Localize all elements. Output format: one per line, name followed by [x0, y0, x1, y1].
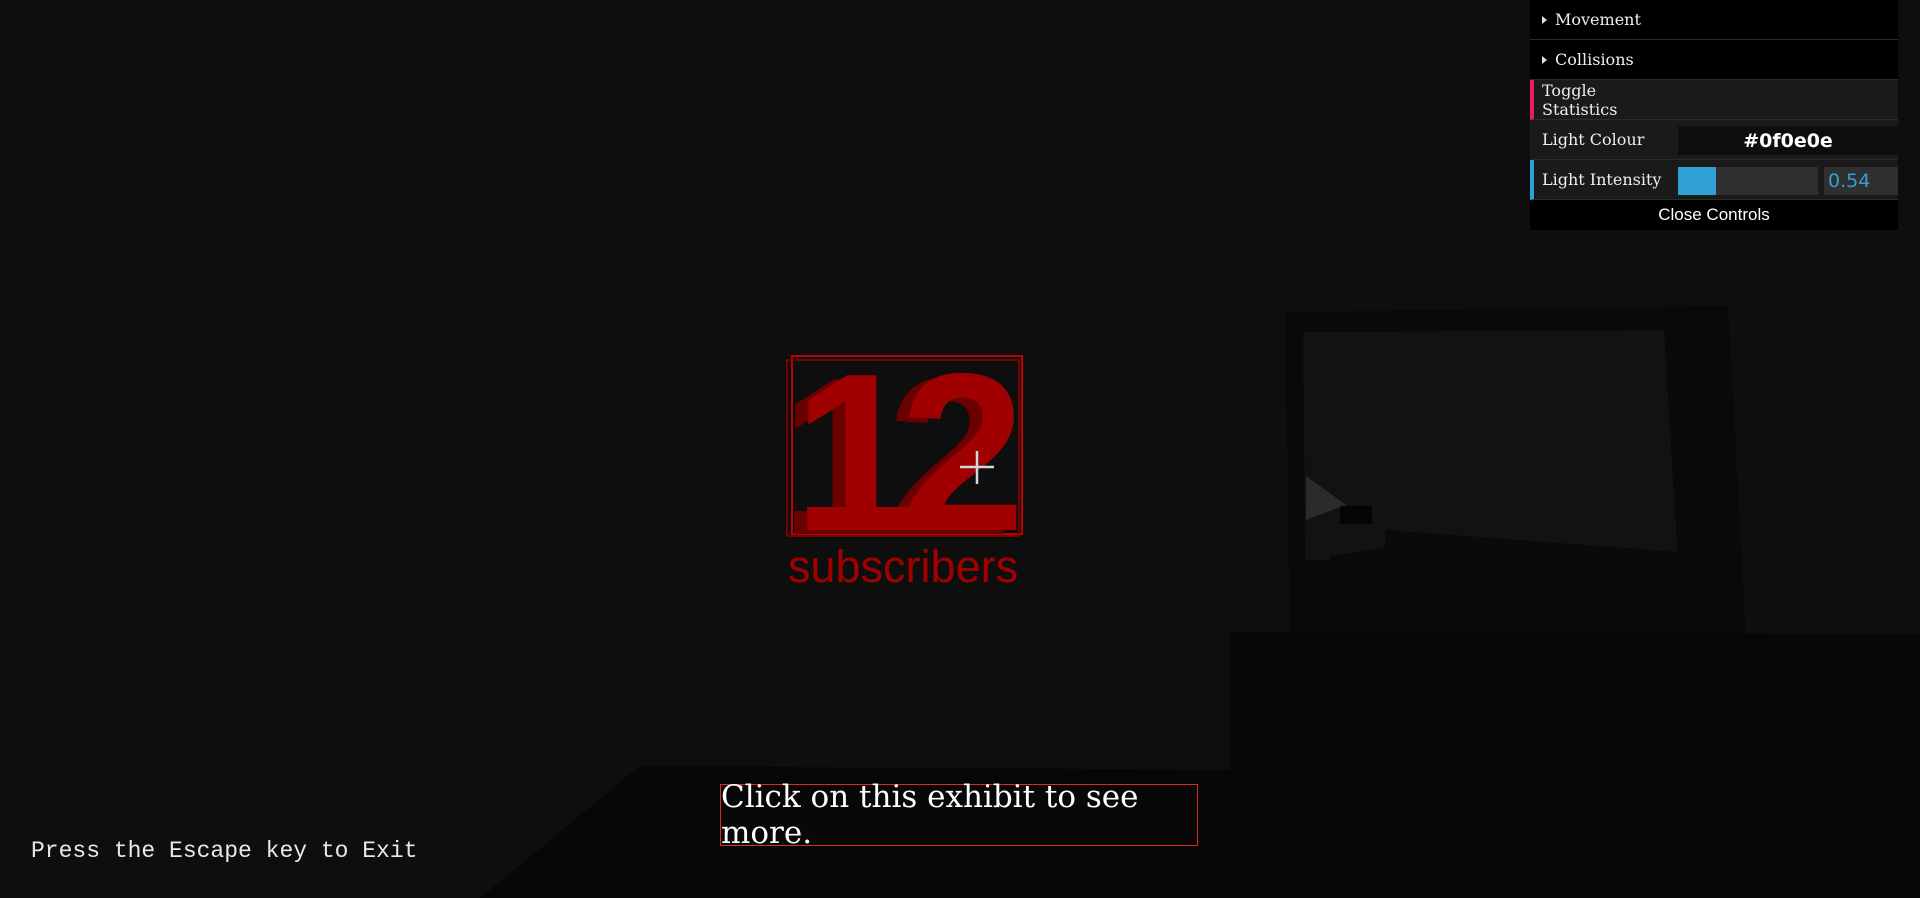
close-controls-button[interactable]: Close Controls	[1530, 200, 1898, 230]
triangle-right-icon	[1542, 15, 1547, 24]
exhibit-subtitle: subscribers	[788, 541, 1018, 592]
folder-label: Collisions	[1555, 50, 1634, 69]
light-intensity-slider[interactable]	[1678, 167, 1818, 195]
toggle-statistics-button[interactable]: Toggle Statistics	[1530, 80, 1898, 120]
folder-collisions[interactable]: Collisions	[1530, 40, 1898, 80]
light-colour-input[interactable]: #0f0e0e	[1678, 126, 1898, 155]
exhibit-caption: Click on this exhibit to see more.	[720, 779, 1198, 851]
exit-hint: Press the Escape key to Exit	[31, 838, 418, 864]
exhibit-12-subscribers[interactable]: 12 12 subscribers	[780, 326, 1035, 592]
floor-block-right	[1230, 632, 1920, 898]
wall-object-shadow	[1340, 506, 1372, 524]
slider-fill	[1678, 167, 1716, 195]
folder-movement[interactable]: Movement	[1530, 0, 1898, 40]
light-colour-label: Light Colour	[1542, 130, 1645, 149]
folder-label: Movement	[1555, 10, 1641, 29]
light-intensity-control: Light Intensity 0.54	[1530, 160, 1898, 200]
controls-panel: Movement Collisions Toggle Statistics Li…	[1530, 0, 1898, 230]
light-colour-control: Light Colour #0f0e0e	[1530, 120, 1898, 160]
triangle-right-icon	[1542, 55, 1547, 64]
wall-frame-inner	[1303, 330, 1678, 560]
toggle-statistics-label: Toggle Statistics	[1542, 80, 1618, 119]
light-intensity-label: Light Intensity	[1542, 170, 1662, 189]
light-intensity-input[interactable]: 0.54	[1824, 167, 1898, 195]
